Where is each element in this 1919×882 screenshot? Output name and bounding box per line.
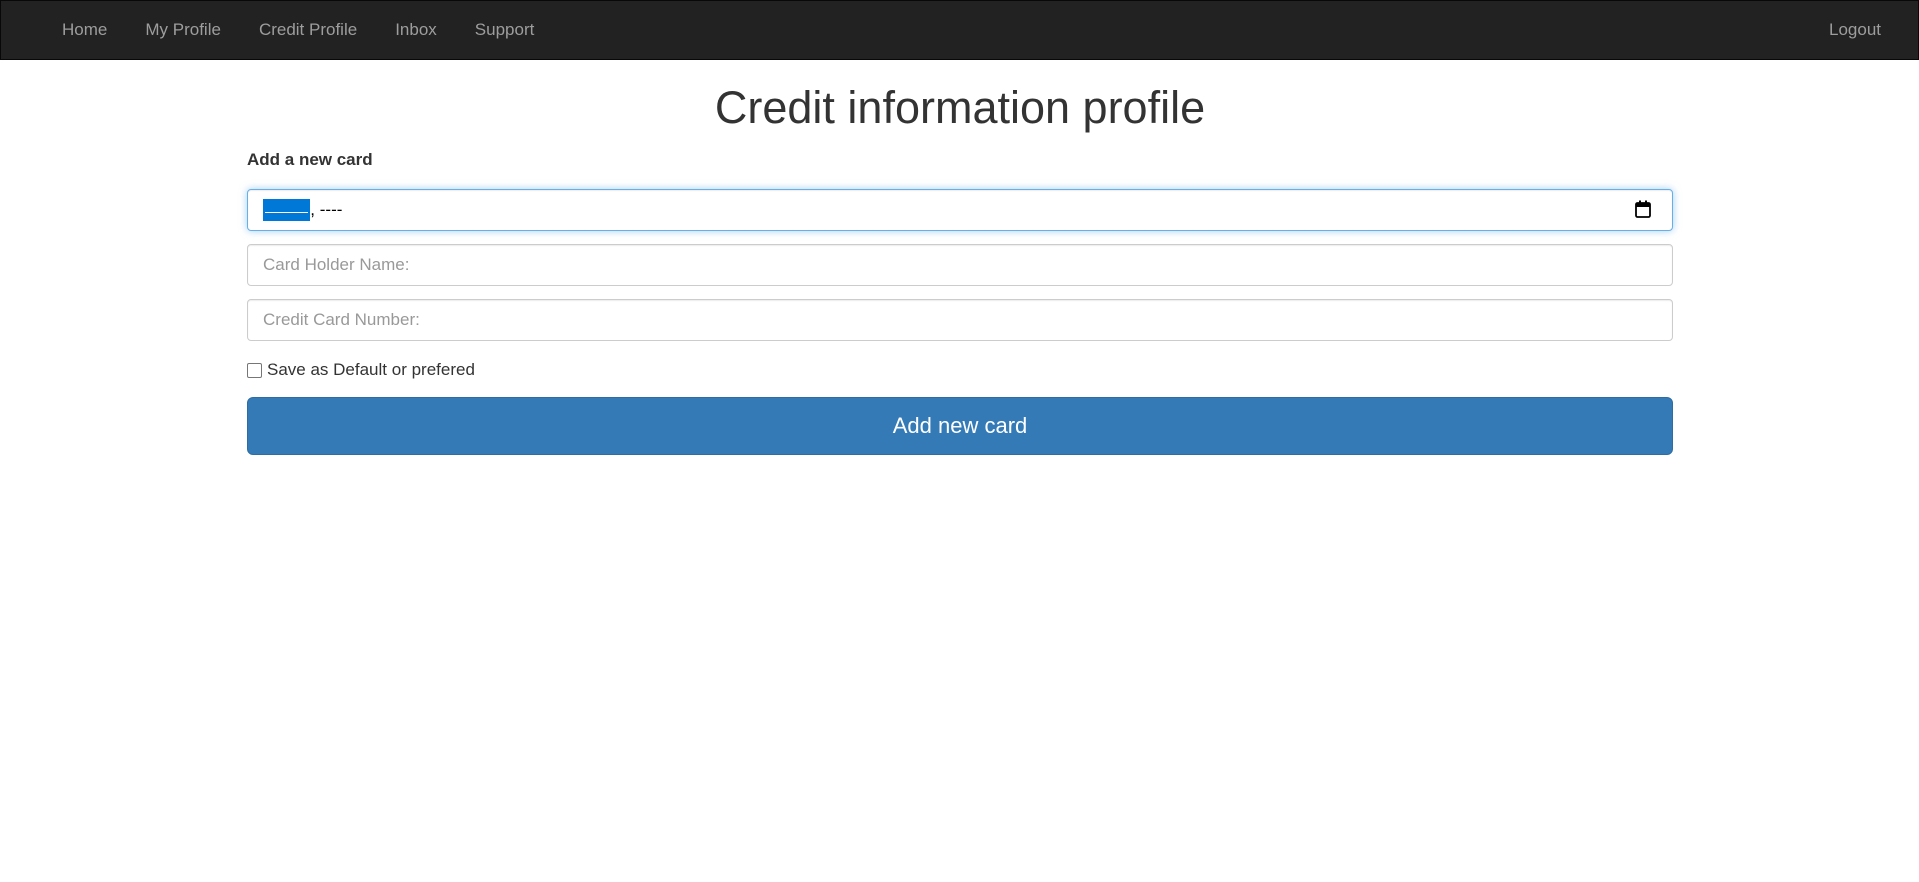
top-navbar: Home My Profile Credit Profile Inbox Sup… <box>0 0 1919 60</box>
credit-card-number-input[interactable] <box>248 300 1672 340</box>
save-default-label[interactable]: Save as Default or prefered <box>267 360 475 380</box>
nav-right: Logout <box>1810 1 1900 59</box>
nav-support-link[interactable]: Support <box>456 1 554 59</box>
date-month-segment[interactable]: -------- <box>263 199 311 221</box>
date-value: --------, ---- <box>263 199 342 221</box>
date-rest-segment[interactable]: , ---- <box>310 200 342 219</box>
nav-home-link[interactable]: Home <box>43 1 126 59</box>
nav-credit-profile-link[interactable]: Credit Profile <box>240 1 376 59</box>
nav-inbox-link[interactable]: Inbox <box>376 1 456 59</box>
save-default-checkbox[interactable] <box>247 362 262 378</box>
default-checkbox-row: Save as Default or prefered <box>247 359 1673 381</box>
add-new-card-button[interactable]: Add new card <box>247 397 1673 455</box>
card-holder-name-input[interactable] <box>248 245 1672 285</box>
credit-card-number-field <box>247 299 1673 341</box>
main-container: Credit information profile Add a new car… <box>247 58 1673 455</box>
calendar-icon[interactable] <box>1635 200 1651 218</box>
section-title: Add a new card <box>247 150 373 169</box>
page-title: Credit information profile <box>714 82 1206 133</box>
nav-links: Home My Profile Credit Profile Inbox Sup… <box>43 1 553 59</box>
card-holder-name-field <box>247 244 1673 286</box>
expiry-date-input[interactable]: --------, ---- <box>247 189 1673 231</box>
logout-link[interactable]: Logout <box>1810 1 1900 59</box>
nav-my-profile-link[interactable]: My Profile <box>126 1 240 59</box>
